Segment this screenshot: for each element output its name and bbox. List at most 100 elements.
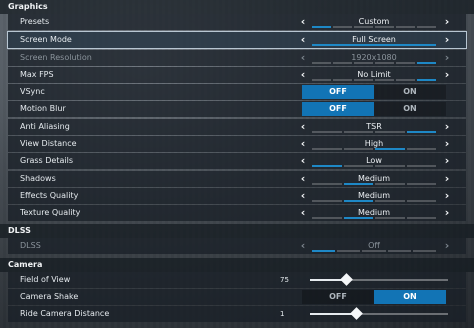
chevron-left-icon[interactable]: ‹ [296,119,310,135]
level-segment [417,62,436,64]
setting-row-effects-quality[interactable]: Effects Quality ‹ Medium › [8,188,466,204]
setting-row-shadows[interactable]: Shadows ‹ Medium › [8,171,466,187]
level-segment [375,131,405,133]
setting-row-texture-quality[interactable]: Texture Quality ‹ Medium › [8,205,466,221]
chevron-left-icon[interactable]: ‹ [296,205,310,221]
level-segment [375,200,405,202]
level-indicator [312,200,436,202]
chevron-right-icon: › [444,239,450,252]
level-segment [312,183,342,185]
setting-row-ride-camera-distance: Ride Camera Distance 1 [8,306,466,322]
chevron-left-icon: ‹ [300,51,306,64]
chevron-right-icon: › [444,51,450,64]
level-segment [406,148,436,150]
level-segment [375,165,405,167]
slider-value: 75 [280,276,289,284]
level-segment [312,200,342,202]
level-indicator [312,44,436,46]
chevron-right-icon[interactable]: › [440,171,454,187]
chevron-right-icon[interactable]: › [440,205,454,221]
level-indicator [312,183,436,185]
level-indicator [312,131,436,133]
level-segment [312,148,342,150]
level-segment [406,165,436,167]
chevron-right-icon[interactable]: › [440,67,454,83]
level-segment [406,200,436,202]
level-segment [396,79,415,81]
level-segment [387,250,411,252]
level-segment [406,183,436,185]
setting-label: Presets [20,17,50,26]
level-indicator [312,250,437,252]
level-segment [375,217,405,219]
vsync-off-toggle[interactable]: OFF [302,85,374,99]
setting-row-anti-aliasing[interactable]: Anti Aliasing ‹ TSR › [8,119,466,135]
vsync-on-toggle[interactable]: ON [374,85,446,99]
level-segment [354,62,373,64]
chevron-left-icon: ‹ [300,239,306,252]
chevron-left-icon[interactable]: ‹ [296,67,310,83]
setting-label: Shadows [20,174,56,183]
chevron-left-icon[interactable]: ‹ [296,32,310,48]
level-segment [417,26,436,28]
level-segment [375,62,394,64]
setting-label: Effects Quality [20,191,79,200]
setting-row-screen-mode[interactable]: Screen Mode ‹ Full Screen › [7,31,467,49]
slider-handle[interactable] [340,273,353,286]
slider-value: 1 [280,310,285,318]
setting-label: Camera Shake [20,292,79,301]
level-segment [417,79,436,81]
setting-row-field-of-view: Field of View 75 [8,272,466,288]
setting-row-view-distance[interactable]: View Distance ‹ High › [8,136,466,152]
setting-label: Screen Mode [20,35,72,44]
camera-shake-on-toggle[interactable]: ON [374,290,446,304]
setting-row-presets[interactable]: Presets ‹ Custom › [8,14,466,30]
level-segment [375,183,405,185]
chevron-right-icon[interactable]: › [440,188,454,204]
section-header-dlss: DLSS [0,224,474,238]
camera-shake-off-toggle[interactable]: OFF [302,290,374,304]
setting-row-grass-details[interactable]: Grass Details ‹ Low › [8,153,466,169]
chevron-left-icon[interactable]: ‹ [296,188,310,204]
chevron-right-icon[interactable]: › [440,32,454,48]
slider-handle[interactable] [349,307,363,320]
setting-row-camera-shake: Camera Shake OFF ON [8,289,466,305]
chevron-right-icon[interactable]: › [440,136,454,152]
level-segment [375,26,394,28]
level-segment [312,44,436,46]
chevron-right-icon[interactable]: › [440,14,454,30]
motion-blur-on-toggle[interactable]: ON [374,102,446,116]
chevron-left-icon[interactable]: ‹ [296,136,310,152]
level-segment [343,148,373,150]
setting-label: Anti Aliasing [20,122,70,131]
field-of-view-slider[interactable] [310,273,448,286]
setting-label: Max FPS [20,70,54,79]
level-indicator [312,26,436,28]
level-segment [412,250,437,252]
setting-row-dlss: DLSS ‹ Off › [8,238,466,254]
level-segment [343,131,373,133]
chevron-left-icon[interactable]: ‹ [296,171,310,187]
level-segment [343,217,373,219]
level-segment [406,131,436,133]
section-header-graphics: Graphics [0,0,474,14]
chevron-left-icon[interactable]: ‹ [296,153,310,169]
setting-label: View Distance [20,139,77,148]
level-segment [312,26,331,28]
level-segment [343,183,373,185]
ride-camera-distance-slider[interactable] [310,307,448,320]
level-segment [396,62,415,64]
setting-row-max-fps[interactable]: Max FPS ‹ No Limit › [8,67,466,83]
setting-row-motion-blur: Motion Blur OFF ON [8,101,466,117]
motion-blur-off-toggle[interactable]: OFF [302,102,374,116]
setting-label: Screen Resolution [20,53,92,62]
setting-label: Texture Quality [20,208,81,217]
level-segment [312,131,342,133]
level-indicator [312,79,436,81]
level-segment [312,62,331,64]
chevron-right-icon[interactable]: › [440,119,454,135]
chevron-left-icon[interactable]: ‹ [296,14,310,30]
level-indicator [312,148,436,150]
slider-fill [310,313,356,315]
chevron-right-icon[interactable]: › [440,153,454,169]
